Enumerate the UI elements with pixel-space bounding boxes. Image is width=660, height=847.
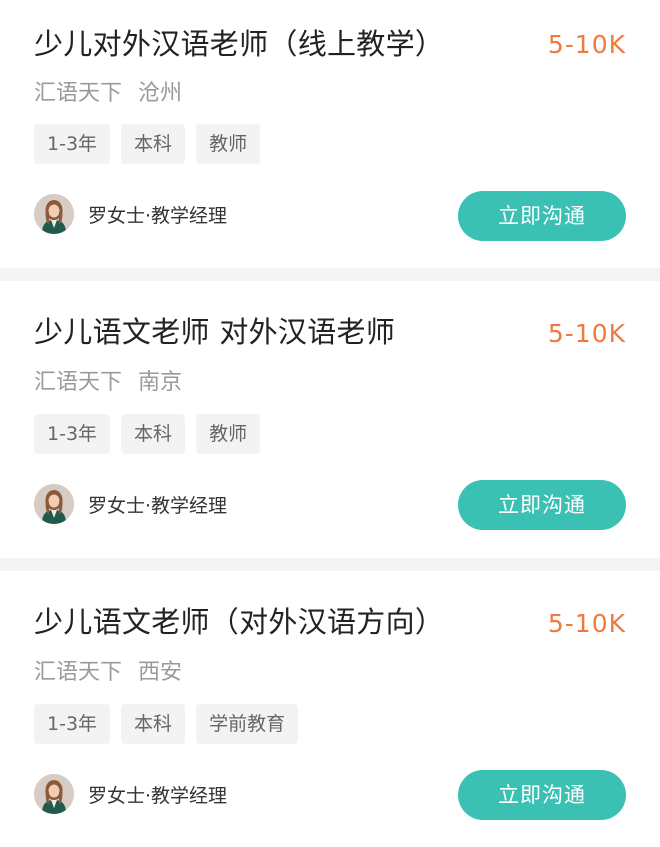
avatar-icon xyxy=(34,194,74,234)
tag-education: 本科 xyxy=(121,704,186,744)
job-tags: 1-3年 本科 学前教育 xyxy=(34,704,309,744)
company-location: 汇语天下 沧州 xyxy=(34,79,182,109)
tag-category: 教师 xyxy=(196,414,261,454)
recruiter-name: 罗女士·教学经理 xyxy=(88,784,228,807)
avatar xyxy=(34,774,74,814)
company-name: 汇语天下 xyxy=(34,81,123,106)
tag-experience: 1-3年 xyxy=(34,704,111,744)
chat-now-button[interactable]: 立即沟通 xyxy=(458,191,626,241)
company-name: 汇语天下 xyxy=(34,370,123,395)
job-city: 西安 xyxy=(138,660,183,685)
job-title[interactable]: 少儿语文老师 对外汉语老师 xyxy=(34,314,395,350)
job-tags: 1-3年 本科 教师 xyxy=(34,414,271,454)
job-card[interactable]: 少儿语文老师 对外汉语老师 5-10K 汇语天下 南京 1-3年 本科 教师 罗… xyxy=(0,281,660,558)
tag-experience: 1-3年 xyxy=(34,414,111,454)
job-salary: 5-10K xyxy=(547,30,626,59)
recruiter-info: 罗女士·教学经理 xyxy=(34,194,227,234)
job-card[interactable]: 少儿语文老师（对外汉语方向） 5-10K 汇语天下 西安 1-3年 本科 学前教育 xyxy=(0,571,660,847)
chat-now-button[interactable]: 立即沟通 xyxy=(458,770,626,820)
company-location: 汇语天下 西安 xyxy=(34,658,182,688)
job-salary: 5-10K xyxy=(547,319,626,348)
tag-education: 本科 xyxy=(121,414,186,454)
tag-education: 本科 xyxy=(121,124,186,164)
recruiter-name: 罗女士·教学经理 xyxy=(88,494,228,517)
job-title[interactable]: 少儿语文老师（对外汉语方向） xyxy=(34,604,444,640)
recruiter-info: 罗女士·教学经理 xyxy=(34,774,227,814)
recruiter-info: 罗女士·教学经理 xyxy=(34,484,227,524)
company-location: 汇语天下 南京 xyxy=(34,368,182,398)
job-title[interactable]: 少儿对外汉语老师（线上教学） xyxy=(34,26,444,62)
tag-experience: 1-3年 xyxy=(34,124,111,164)
job-card[interactable]: 少儿对外汉语老师（线上教学） 5-10K 汇语天下沧州 1-3年 本科 教师 xyxy=(0,0,660,268)
job-list: 少儿对外汉语老师（线上教学） 5-10K 汇语天下沧州 1-3年 本科 教师 xyxy=(0,0,660,847)
job-city: 沧州 xyxy=(138,81,183,106)
job-tags: 1-3年 本科 教师 xyxy=(34,124,271,164)
avatar xyxy=(34,484,74,524)
tag-category: 学前教育 xyxy=(196,704,299,744)
job-city: 南京 xyxy=(138,370,183,395)
avatar-icon xyxy=(34,774,74,814)
chat-now-button[interactable]: 立即沟通 xyxy=(458,480,626,530)
avatar xyxy=(34,194,74,234)
recruiter-name: 罗女士·教学经理 xyxy=(88,204,228,227)
job-salary: 5-10K xyxy=(547,609,626,638)
avatar-icon xyxy=(34,484,74,524)
tag-category: 教师 xyxy=(196,124,261,164)
company-name: 汇语天下 xyxy=(34,660,123,685)
